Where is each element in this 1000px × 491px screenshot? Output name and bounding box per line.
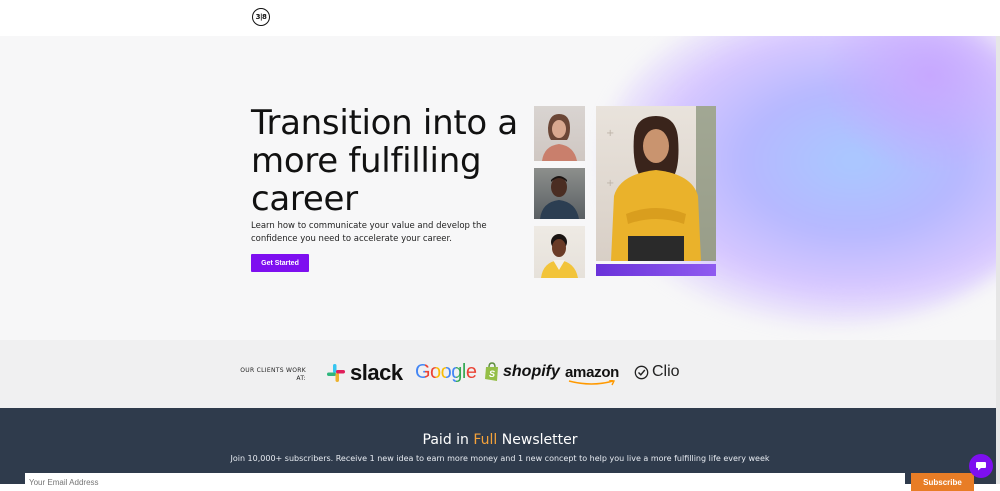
clio-logo: Clio	[634, 363, 680, 381]
amazon-smile-icon	[568, 380, 616, 386]
email-input[interactable]	[25, 473, 905, 491]
shopify-wordmark: shopify	[503, 362, 560, 380]
get-started-button[interactable]: Get Started	[251, 254, 309, 272]
site-logo[interactable]: 3|8	[252, 8, 270, 26]
clio-check-icon	[634, 365, 649, 379]
hero-title: Transition into a more fulfilling career	[251, 103, 518, 219]
newsletter-title: Paid in Full Newsletter	[0, 432, 1000, 448]
google-wordmark: Google	[415, 361, 477, 383]
newsletter-title-post: Newsletter	[497, 432, 578, 448]
slack-hash-icon	[327, 364, 345, 382]
google-logo: Google	[415, 361, 477, 384]
portrait-photo-woman-2	[534, 226, 585, 278]
newsletter-subtitle: Join 10,000+ subscribers. Receive 1 new …	[230, 454, 770, 463]
newsletter-title-pre: Paid in	[422, 432, 474, 448]
portrait-photo-woman-1	[534, 106, 585, 161]
newsletter-title-accent: Full	[473, 432, 498, 448]
clients-label: OUR CLIENTS WORK AT:	[240, 367, 306, 382]
chat-widget-button[interactable]	[969, 454, 993, 478]
svg-text:+: +	[606, 178, 614, 189]
portrait-photo-woman-featured: + +	[596, 106, 716, 261]
svg-text:+: +	[606, 128, 614, 139]
svg-text:S: S	[489, 369, 495, 379]
top-bar: 3|8	[0, 0, 1000, 36]
portrait-photo-man	[534, 168, 585, 219]
slack-wordmark: slack	[350, 360, 403, 385]
shopify-bag-icon: S	[485, 362, 498, 381]
clio-wordmark: Clio	[652, 363, 680, 380]
page-scrollbar[interactable]	[996, 36, 1000, 484]
amazon-wordmark: amazon	[565, 364, 620, 381]
amazon-logo: amazon	[565, 364, 620, 386]
clients-strip: OUR CLIENTS WORK AT: slack Google S shop…	[0, 340, 1000, 408]
hero-subtitle: Learn how to communicate your value and …	[251, 221, 487, 244]
subscribe-button[interactable]: Subscribe	[911, 473, 974, 491]
featured-photo-accent-bar	[596, 264, 716, 276]
shopify-logo: S shopify	[484, 362, 560, 381]
hero-section: Transition into a more fulfilling career…	[0, 36, 1000, 340]
newsletter-section: Paid in Full Newsletter Join 10,000+ sub…	[0, 408, 1000, 491]
chat-bubble-icon	[976, 462, 986, 471]
slack-logo: slack	[326, 360, 403, 386]
